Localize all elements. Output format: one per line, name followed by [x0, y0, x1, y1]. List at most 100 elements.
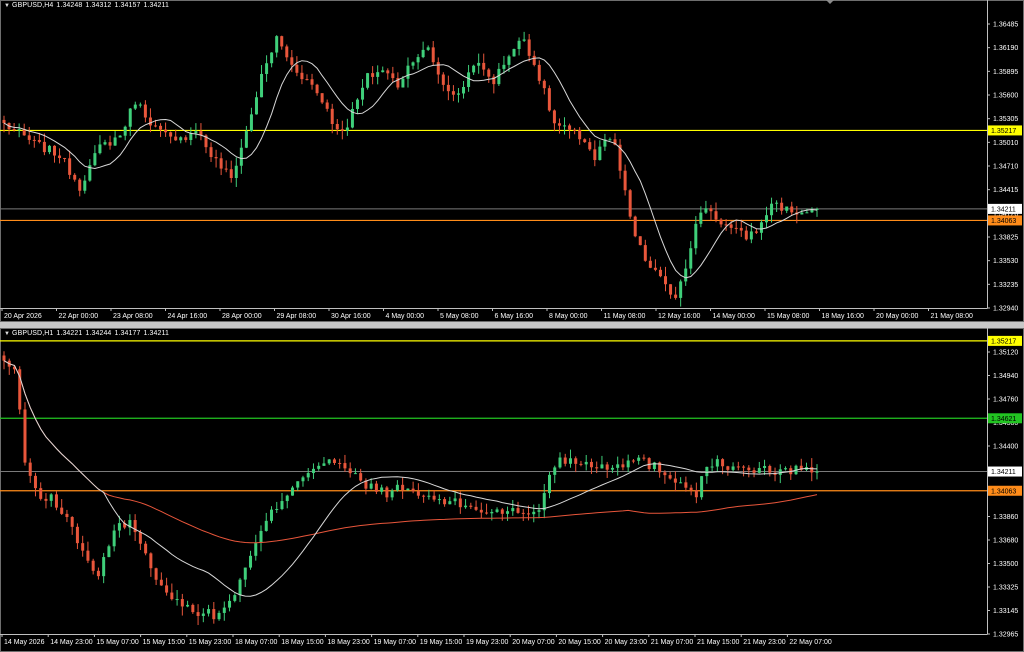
candle-body — [542, 80, 546, 89]
candle-body — [710, 466, 714, 468]
candle-body — [729, 224, 733, 228]
candle-body — [335, 123, 339, 130]
candle-body — [209, 147, 213, 158]
candle-body — [154, 568, 158, 580]
candle-body — [186, 604, 190, 607]
candle-body — [416, 491, 420, 496]
x-tick-label: 11 May 08:00 — [604, 313, 646, 320]
level-1.34063-tag-label: 1.34063 — [991, 218, 1016, 225]
candle-body — [108, 142, 112, 146]
candle-body — [270, 509, 274, 521]
candle-body — [345, 127, 349, 131]
candle-body — [752, 470, 756, 473]
candle-body — [759, 222, 763, 233]
candle-body — [507, 56, 511, 65]
candle-body — [361, 87, 365, 100]
candle-body — [643, 245, 647, 261]
x-tick-label: 15 May 08:00 — [767, 313, 810, 320]
candle-body — [52, 145, 56, 156]
candle-body — [432, 495, 436, 500]
chart-header-h4: ▼ GBPUSD,H4 1.34248 1.34312 1.34157 1.34211 — [4, 2, 172, 9]
candle-body — [669, 284, 673, 295]
candle-body — [610, 467, 614, 470]
y-tick-label: 1.36190 — [993, 45, 1018, 52]
candle-body — [416, 57, 420, 63]
candle-body — [164, 129, 168, 133]
candle-body — [75, 526, 79, 544]
candle-body — [490, 511, 494, 514]
candle-body — [726, 466, 730, 470]
candle-body — [648, 260, 652, 268]
candle-body — [742, 466, 746, 468]
candle-body — [467, 72, 471, 87]
candle-body — [366, 73, 370, 88]
candle-body — [103, 142, 107, 145]
candle-body — [107, 546, 111, 558]
candle-body — [243, 567, 247, 580]
candle-body — [785, 206, 789, 211]
candle-body — [583, 139, 587, 143]
candle-body — [704, 208, 708, 213]
candle-body — [2, 355, 6, 361]
candle-body — [159, 579, 163, 586]
fast-moving-average-line — [3, 360, 818, 597]
chart-canvas-h1[interactable]: 1.351201.349401.347601.345801.344001.342… — [0, 328, 1024, 652]
x-tick-label: 21 May 08:00 — [931, 313, 974, 320]
candle-body — [810, 209, 814, 213]
candle-body — [757, 467, 761, 473]
candles — [2, 351, 819, 626]
candle-body — [684, 268, 688, 282]
candle-body — [443, 499, 447, 505]
candle-body — [731, 466, 735, 470]
candle-body — [70, 517, 74, 527]
x-tick-label: 8 May 00:00 — [549, 313, 588, 320]
candle-body — [563, 457, 567, 464]
candle-body — [374, 483, 378, 492]
candle-body — [395, 484, 399, 491]
x-tick-label: 21 May 23:00 — [743, 639, 786, 646]
x-tick-label: 5 May 08:00 — [440, 313, 479, 320]
candle-body — [212, 609, 216, 620]
chart-pane-h4[interactable]: 1.36485 1.36190 1.35895 1.35600 1.35305 1.350… — [0, 0, 1024, 322]
candle-body — [684, 482, 688, 488]
candle-body — [376, 72, 380, 77]
high-value: 1.34244 — [85, 330, 112, 337]
candle-body — [456, 93, 460, 95]
chart-canvas-h4[interactable]: 1.36485 1.36190 1.35895 1.35600 1.35305 1.350… — [0, 0, 1024, 322]
chart-header-h1: ▼ GBPUSD,H1 1.34221 1.34244 1.34177 1.34211 — [4, 330, 172, 337]
candle-body — [47, 145, 51, 153]
y-tick-label: 1.34415 — [993, 187, 1018, 194]
candle-body — [214, 157, 218, 159]
candle-body — [805, 212, 809, 214]
candle-body — [275, 508, 279, 510]
candle-body — [469, 505, 473, 507]
chart-shift-marker-icon[interactable] — [826, 0, 834, 4]
candle-body — [527, 39, 531, 56]
candle-body — [68, 158, 72, 175]
candle-body — [642, 457, 646, 459]
close-value: 1.34211 — [143, 330, 169, 337]
candle-body — [451, 91, 455, 95]
candle-body — [23, 409, 27, 463]
chart-pane-h1[interactable]: 1.351201.349401.347601.345801.344001.342… — [0, 328, 1024, 652]
collapse-arrow-icon[interactable]: ▼ — [4, 331, 10, 337]
collapse-arrow-icon[interactable]: ▼ — [4, 3, 10, 9]
y-tick-label: 1.34710 — [993, 164, 1018, 171]
candle-body — [348, 468, 352, 474]
x-tick-label: 18 May 23:00 — [327, 639, 370, 646]
close-value: 1.34211 — [143, 2, 169, 9]
candle-body — [305, 79, 309, 81]
candle-body — [553, 467, 557, 475]
candle-body — [563, 125, 567, 127]
candle-body — [86, 550, 90, 561]
candle-body — [479, 509, 483, 513]
candle-body — [754, 231, 758, 233]
candle-body — [600, 464, 604, 469]
candle-body — [83, 180, 87, 191]
x-tick-label: 4 May 00:00 — [386, 313, 425, 320]
candle-body — [658, 269, 662, 277]
candle-body — [265, 63, 269, 74]
x-tick-label: 20 May 07:00 — [512, 639, 555, 646]
candle-body — [98, 144, 102, 154]
candle-body — [311, 468, 315, 474]
